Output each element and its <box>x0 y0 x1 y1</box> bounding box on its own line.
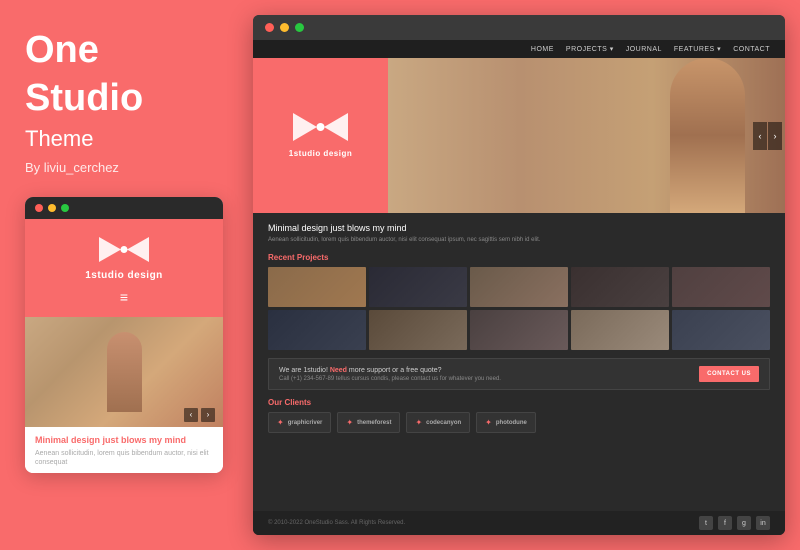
client-name-4: photodune <box>496 420 527 426</box>
mobile-hero-image: ‹ › <box>25 317 223 427</box>
client-icon-2: ✦ <box>346 418 353 427</box>
browser-dot-red <box>265 23 274 32</box>
hero-prev-arrow[interactable]: ‹ <box>753 122 767 150</box>
project-thumb-6[interactable] <box>268 310 366 350</box>
cta-bar: We are 1studio! Need more support or a f… <box>268 358 770 390</box>
social-gplus[interactable]: g <box>737 516 751 530</box>
project-thumb-1[interactable] <box>268 267 366 307</box>
site-main: Minimal design just blows my mind Aenean… <box>253 213 785 511</box>
project-thumb-10[interactable] <box>672 310 770 350</box>
hero-next-arrow[interactable]: › <box>768 122 782 150</box>
mobile-caption-pink: just blows my mind <box>103 435 187 445</box>
nav-contact[interactable]: CONTACT <box>733 46 770 53</box>
hero-logo-box: 1studio design <box>253 58 388 213</box>
mobile-logo-bowtie <box>99 237 149 262</box>
social-links: t f g in <box>699 516 770 530</box>
mobile-nav-arrows: ‹ › <box>184 408 215 422</box>
mobile-prev-arrow[interactable]: ‹ <box>184 408 198 422</box>
social-facebook[interactable]: f <box>718 516 732 530</box>
client-name-2: themeforest <box>357 420 391 426</box>
social-twitter[interactable]: t <box>699 516 713 530</box>
project-thumb-4[interactable] <box>571 267 669 307</box>
mobile-next-arrow[interactable]: › <box>201 408 215 422</box>
mobile-dot-green <box>61 204 69 212</box>
hero-logo-text: 1studio design <box>289 149 352 158</box>
client-themeforest: ✦ themeforest <box>337 412 400 433</box>
cta-bold: Need <box>330 367 347 374</box>
browser-dot-yellow <box>280 23 289 32</box>
left-panel: One Studio Theme By liviu_cerchez 1studi… <box>0 0 248 550</box>
client-codecanyon: ✦ codecanyon <box>406 412 470 433</box>
project-thumb-5[interactable] <box>672 267 770 307</box>
project-thumb-7[interactable] <box>369 310 467 350</box>
cta-suffix: more support or a free quote? <box>347 367 442 374</box>
mobile-caption-normal: Minimal design <box>35 435 103 445</box>
client-photodune: ✦ photodune <box>476 412 536 433</box>
mobile-hamburger-icon[interactable]: ≡ <box>120 289 128 305</box>
client-name-1: graphicriver <box>288 420 323 426</box>
title-line1: One <box>25 30 143 72</box>
clients-grid: ✦ graphicriver ✦ themeforest ✦ codecanyo… <box>268 412 770 433</box>
client-graphicriver: ✦ graphicriver <box>268 412 331 433</box>
mobile-dot-red <box>35 204 43 212</box>
browser-top-bar <box>253 15 785 40</box>
cta-content: We are 1studio! Need more support or a f… <box>279 367 501 382</box>
client-icon-1: ✦ <box>277 418 284 427</box>
projects-grid <box>268 267 770 350</box>
clients-heading: Our Clients <box>268 398 770 407</box>
browser-window: HOME PROJECTS ▾ JOURNAL FEATURES ▾ CONTA… <box>253 15 785 535</box>
theme-title: One Studio Theme By liviu_cerchez <box>25 30 143 197</box>
cta-sub-text: Call (+1) 234-567-89 tellus cursus condi… <box>279 376 501 382</box>
contact-us-button[interactable]: CONTACT US <box>699 366 759 382</box>
nav-home[interactable]: HOME <box>531 46 554 53</box>
mobile-caption-title: Minimal design just blows my mind <box>35 435 213 445</box>
mobile-person-silhouette <box>107 332 142 412</box>
nav-journal[interactable]: JOURNAL <box>626 46 662 53</box>
cta-main-text: We are 1studio! Need more support or a f… <box>279 367 501 374</box>
mobile-mockup: 1studio design ≡ ‹ › Minimal design just… <box>25 197 223 474</box>
mobile-caption-text: Aenean sollicitudin, lorem quis bibendum… <box>35 449 213 469</box>
theme-subtitle: Theme <box>25 126 143 152</box>
nav-projects[interactable]: PROJECTS ▾ <box>566 45 614 53</box>
project-thumb-8[interactable] <box>470 310 568 350</box>
site-hero: 1studio design › ‹ <box>253 58 785 213</box>
title-line2: Studio <box>25 78 143 120</box>
headline-white: just blows my mind <box>331 223 407 233</box>
project-thumb-3[interactable] <box>470 267 568 307</box>
project-thumb-2[interactable] <box>369 267 467 307</box>
description-text: Aenean sollicitudin, lorem quis bibendum… <box>268 236 770 245</box>
browser-dot-green <box>295 23 304 32</box>
client-icon-3: ✦ <box>415 418 422 427</box>
nav-features[interactable]: FEATURES ▾ <box>674 45 721 53</box>
client-name-3: codecanyon <box>426 420 461 426</box>
cta-prefix: We are 1studio! <box>279 367 330 374</box>
client-icon-4: ✦ <box>485 418 492 427</box>
headline: Minimal design just blows my mind <box>268 223 770 233</box>
project-thumb-9[interactable] <box>571 310 669 350</box>
site-footer: © 2010-2022 OneStudio Sass. All Rights R… <box>253 511 785 535</box>
hero-person-silhouette <box>670 58 745 213</box>
footer-copyright: © 2010-2022 OneStudio Sass. All Rights R… <box>268 520 405 526</box>
headline-pink: Minimal design <box>268 223 331 233</box>
mobile-logo-text: 1studio design <box>85 270 163 281</box>
hero-image-area: › ‹ <box>388 58 785 213</box>
site-navigation: HOME PROJECTS ▾ JOURNAL FEATURES ▾ CONTA… <box>253 40 785 58</box>
mobile-dot-yellow <box>48 204 56 212</box>
author-label: By liviu_cerchez <box>25 160 143 175</box>
recent-projects-heading: Recent Projects <box>268 253 770 262</box>
mobile-hero-section: 1studio design ≡ <box>25 219 223 317</box>
social-linkedin[interactable]: in <box>756 516 770 530</box>
browser-content: HOME PROJECTS ▾ JOURNAL FEATURES ▾ CONTA… <box>253 40 785 535</box>
right-panel: HOME PROJECTS ▾ JOURNAL FEATURES ▾ CONTA… <box>248 0 800 550</box>
mobile-caption: Minimal design just blows my mind Aenean… <box>25 427 223 474</box>
mobile-top-bar <box>25 197 223 219</box>
